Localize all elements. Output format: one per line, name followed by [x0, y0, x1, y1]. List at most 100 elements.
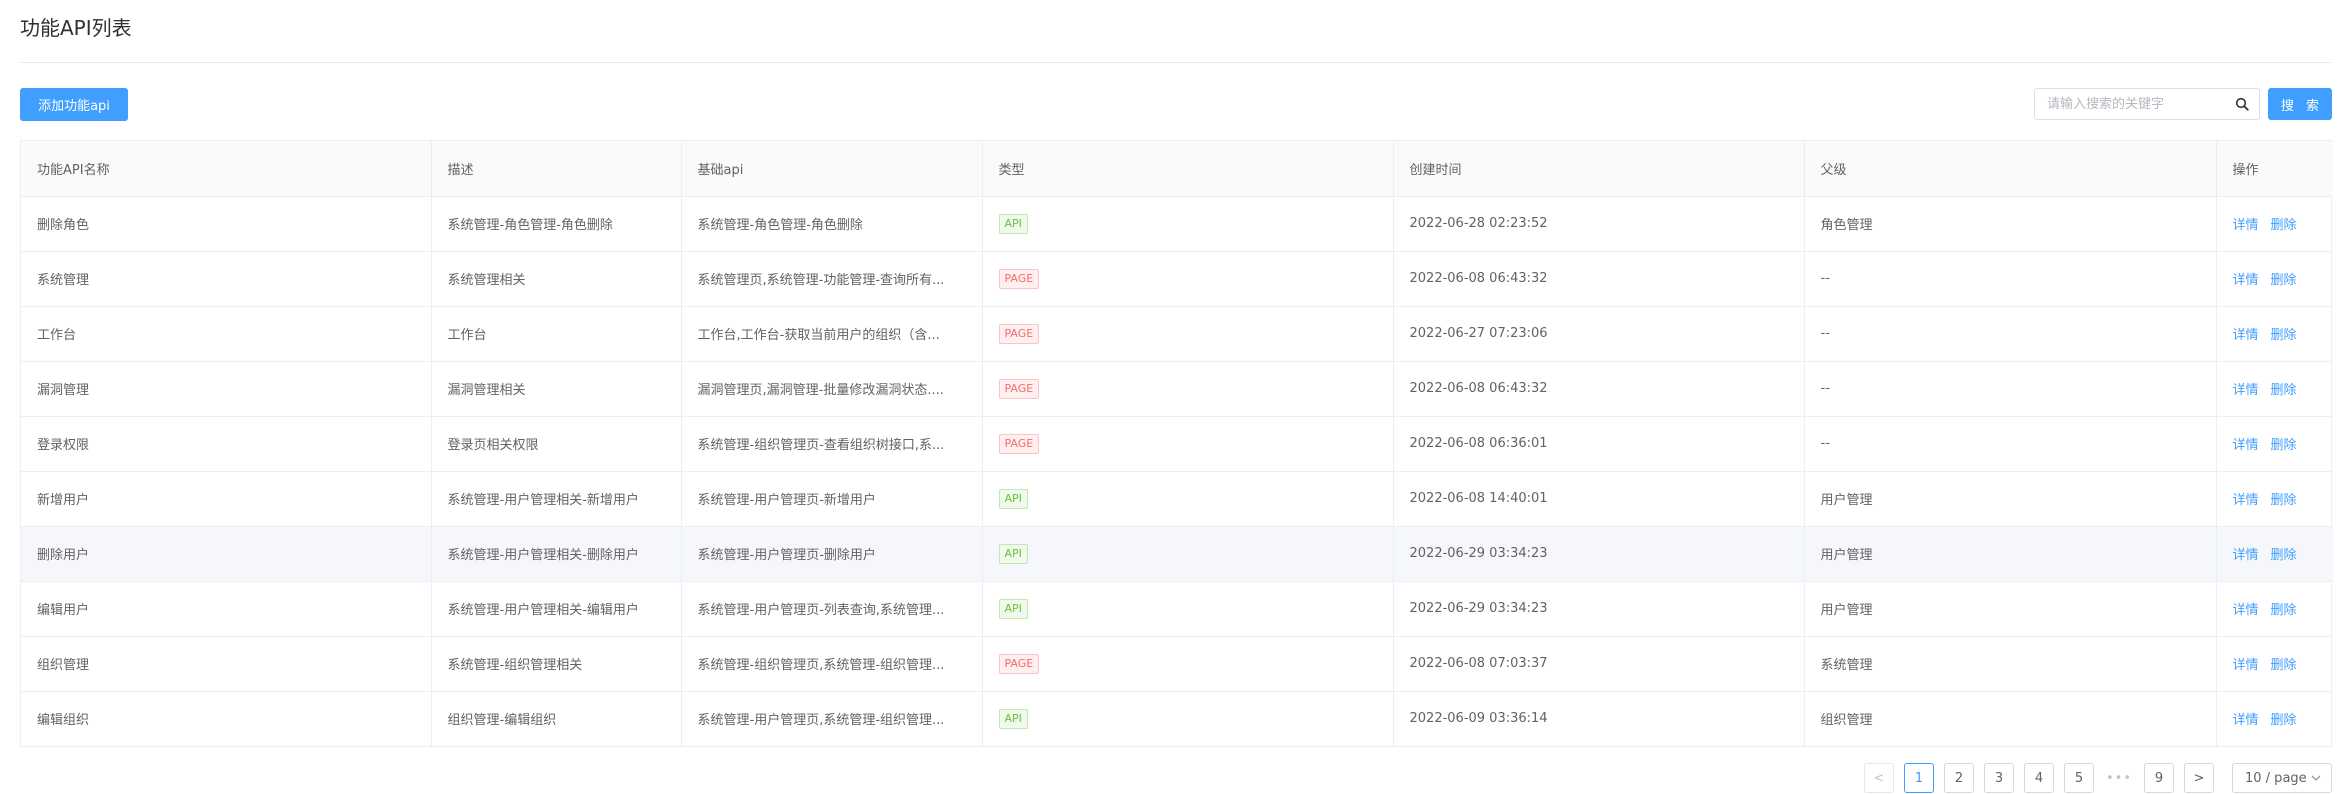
detail-link[interactable]: 详情: [2233, 713, 2259, 728]
cell-parent: 用户管理: [1804, 471, 2217, 527]
table-row[interactable]: 删除用户 系统管理-用户管理相关-删除用户 系统管理-用户管理页-删除用户 API 20…: [21, 526, 2333, 582]
cell-type: API: [982, 526, 1394, 582]
cell-type: API: [982, 471, 1394, 527]
type-tag: PAGE: [998, 433, 1040, 454]
type-tag: API: [998, 488, 1028, 509]
page-size-select[interactable]: 10 / page: [2232, 763, 2332, 793]
pagination-page-4[interactable]: 4: [2024, 763, 2054, 793]
type-tag: API: [998, 598, 1028, 619]
cell-desc: 系统管理-组织管理相关: [431, 636, 682, 692]
delete-link[interactable]: 删除: [2271, 273, 2297, 288]
cell-base-api: 系统管理-用户管理页-删除用户: [681, 526, 983, 582]
cell-name: 漏洞管理: [21, 361, 432, 417]
delete-link[interactable]: 删除: [2271, 328, 2297, 343]
cell-created: 2022-06-08 14:40:01: [1393, 471, 1805, 527]
pagination-prev-button[interactable]: <: [1864, 763, 1894, 793]
detail-link[interactable]: 详情: [2233, 383, 2259, 398]
delete-link[interactable]: 删除: [2271, 713, 2297, 728]
detail-link[interactable]: 详情: [2233, 493, 2259, 508]
cell-base-api: 系统管理-用户管理页,系统管理-组织管理...: [681, 691, 983, 746]
search-icon[interactable]: [2235, 97, 2249, 111]
type-tag: PAGE: [998, 653, 1040, 674]
pagination-page-1[interactable]: 1: [1904, 763, 1934, 793]
page-title: 功能API列表: [20, 16, 132, 40]
delete-link[interactable]: 删除: [2271, 383, 2297, 398]
cell-actions: 详情 删除: [2216, 581, 2333, 637]
cell-type: PAGE: [982, 251, 1394, 307]
pagination-ellipsis[interactable]: •••: [2104, 763, 2134, 793]
detail-link[interactable]: 详情: [2233, 273, 2259, 288]
pagination-page-2[interactable]: 2: [1944, 763, 1974, 793]
cell-parent: --: [1804, 251, 2217, 307]
cell-desc: 组织管理-编辑组织: [431, 691, 682, 746]
pagination-page-3[interactable]: 3: [1984, 763, 2014, 793]
type-tag: PAGE: [998, 268, 1040, 289]
table-row[interactable]: 登录权限 登录页相关权限 系统管理-组织管理页-查看组织树接口,系... PAGE 20…: [21, 416, 2333, 472]
cell-base-api: 系统管理页,系统管理-功能管理-查询所有...: [681, 251, 983, 307]
cell-type: PAGE: [982, 361, 1394, 417]
detail-link[interactable]: 详情: [2233, 658, 2259, 673]
type-tag: API: [998, 708, 1028, 729]
cell-base-api: 工作台,工作台-获取当前用户的组织（含...: [681, 306, 983, 362]
delete-link[interactable]: 删除: [2271, 218, 2297, 233]
delete-link[interactable]: 删除: [2271, 548, 2297, 563]
column-header-parent[interactable]: 父级: [1804, 141, 2217, 197]
page-size-value: 10 / page: [2245, 770, 2307, 786]
cell-desc: 漏洞管理相关: [431, 361, 682, 417]
table-row[interactable]: 系统管理 系统管理相关 系统管理页,系统管理-功能管理-查询所有... PAGE 202…: [21, 251, 2333, 307]
detail-link[interactable]: 详情: [2233, 328, 2259, 343]
table-row[interactable]: 组织管理 系统管理-组织管理相关 系统管理-组织管理页,系统管理-组织管理... PA…: [21, 636, 2333, 692]
delete-link[interactable]: 删除: [2271, 438, 2297, 453]
cell-desc: 系统管理-角色管理-角色删除: [431, 196, 682, 252]
detail-link[interactable]: 详情: [2233, 218, 2259, 233]
detail-link[interactable]: 详情: [2233, 438, 2259, 453]
delete-link[interactable]: 删除: [2271, 603, 2297, 618]
column-header-desc[interactable]: 描述: [431, 141, 682, 197]
cell-name: 编辑用户: [21, 581, 432, 637]
cell-base-api: 系统管理-角色管理-角色删除: [681, 196, 983, 252]
detail-link[interactable]: 详情: [2233, 603, 2259, 618]
column-header-name[interactable]: 功能API名称: [21, 141, 432, 197]
cell-parent: 用户管理: [1804, 581, 2217, 637]
cell-actions: 详情 删除: [2216, 471, 2333, 527]
title-divider: [20, 62, 2331, 63]
column-header-created[interactable]: 创建时间: [1393, 141, 1805, 197]
cell-type: API: [982, 581, 1394, 637]
cell-parent: 组织管理: [1804, 691, 2217, 746]
cell-name: 系统管理: [21, 251, 432, 307]
cell-desc: 系统管理-用户管理相关-编辑用户: [431, 581, 682, 637]
cell-created: 2022-06-08 06:36:01: [1393, 416, 1805, 472]
cell-parent: --: [1804, 306, 2217, 362]
cell-actions: 详情 删除: [2216, 691, 2333, 746]
column-header-base-api[interactable]: 基础api: [681, 141, 983, 197]
table-row[interactable]: 新增用户 系统管理-用户管理相关-新增用户 系统管理-用户管理页-新增用户 API 20…: [21, 471, 2333, 527]
cell-desc: 系统管理-用户管理相关-新增用户: [431, 471, 682, 527]
cell-base-api: 漏洞管理页,漏洞管理-批量修改漏洞状态....: [681, 361, 983, 417]
add-api-button[interactable]: 添加功能api: [20, 88, 128, 121]
delete-link[interactable]: 删除: [2271, 658, 2297, 673]
table-row[interactable]: 删除角色 系统管理-角色管理-角色删除 系统管理-角色管理-角色删除 API 2022-…: [21, 196, 2333, 252]
cell-actions: 详情 删除: [2216, 196, 2333, 252]
cell-name: 删除用户: [21, 526, 432, 582]
detail-link[interactable]: 详情: [2233, 548, 2259, 563]
cell-desc: 登录页相关权限: [431, 416, 682, 472]
cell-parent: 用户管理: [1804, 526, 2217, 582]
cell-actions: 详情 删除: [2216, 636, 2333, 692]
pagination-next-button[interactable]: >: [2184, 763, 2214, 793]
column-header-type[interactable]: 类型: [982, 141, 1394, 197]
cell-actions: 详情 删除: [2216, 526, 2333, 582]
cell-created: 2022-06-08 06:43:32: [1393, 251, 1805, 307]
search-button[interactable]: 搜 索: [2268, 88, 2332, 120]
table-row[interactable]: 工作台 工作台 工作台,工作台-获取当前用户的组织（含... PAGE 2022-06-…: [21, 306, 2333, 362]
pagination-page-5[interactable]: 5: [2064, 763, 2094, 793]
table-header-row: 功能API名称 描述 基础api 类型 创建时间 父级 操作: [21, 141, 2333, 197]
cell-actions: 详情 删除: [2216, 306, 2333, 362]
delete-link[interactable]: 删除: [2271, 493, 2297, 508]
table-row[interactable]: 编辑用户 系统管理-用户管理相关-编辑用户 系统管理-用户管理页-列表查询,系统管理…: [21, 581, 2333, 637]
table-row[interactable]: 漏洞管理 漏洞管理相关 漏洞管理页,漏洞管理-批量修改漏洞状态.... PAGE 202…: [21, 361, 2333, 417]
pagination-page-last[interactable]: 9: [2144, 763, 2174, 793]
table-row[interactable]: 编辑组织 组织管理-编辑组织 系统管理-用户管理页,系统管理-组织管理... API 2…: [21, 691, 2333, 746]
search-input[interactable]: [2035, 89, 2225, 119]
chevron-down-icon: [2311, 775, 2321, 781]
cell-base-api: 系统管理-用户管理页-新增用户: [681, 471, 983, 527]
